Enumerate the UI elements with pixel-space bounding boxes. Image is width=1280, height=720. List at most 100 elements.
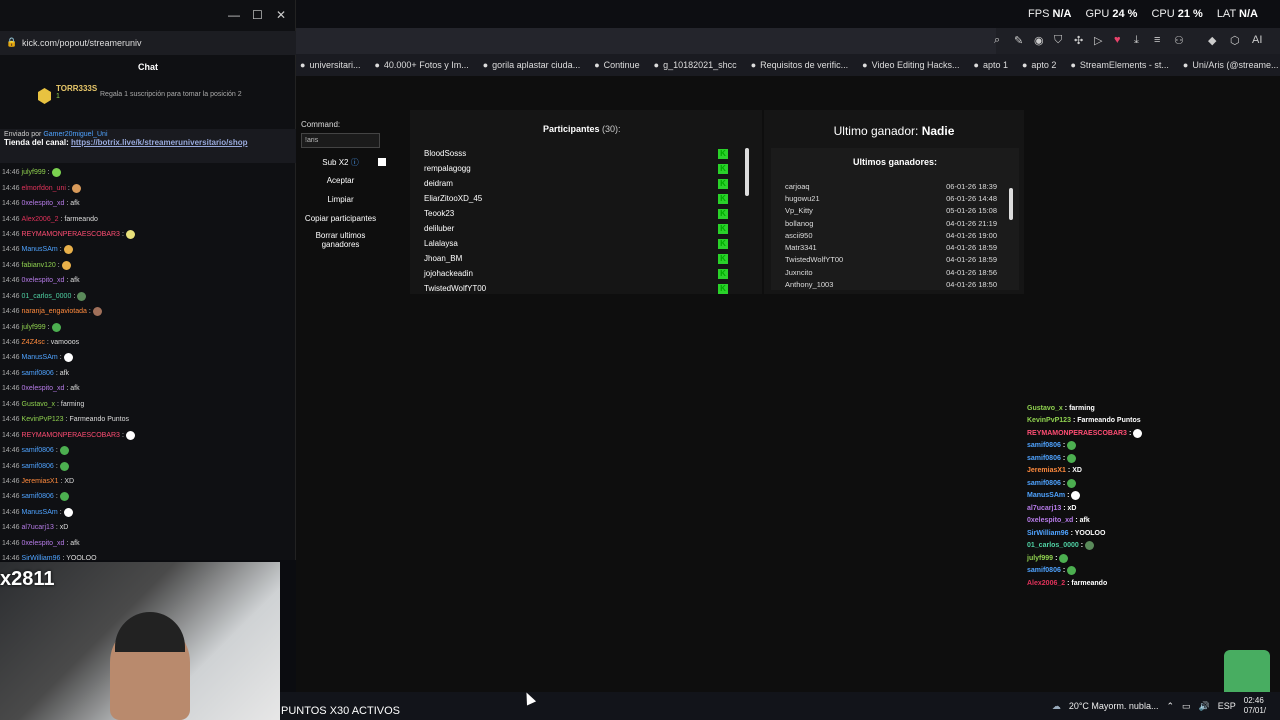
message-username[interactable]: julyf999 (22, 169, 46, 176)
language-indicator[interactable]: ESP (1218, 701, 1236, 711)
message-username[interactable]: REYMAMONPERAESCOBAR3 (22, 231, 120, 238)
message-username[interactable]: REYMAMONPERAESCOBAR3 (22, 432, 120, 439)
search-icon[interactable]: ⌕ (994, 34, 1000, 47)
message-username[interactable]: Alex2006_2 (22, 216, 59, 223)
message-username[interactable]: naranja_engaviotada (22, 308, 87, 315)
last-winner-name: Nadie (921, 124, 955, 138)
message-username[interactable]: ManusSAm (22, 354, 58, 361)
edit-icon[interactable]: ✎ (1014, 34, 1023, 47)
bookmark-item[interactable]: ● apto 1 (974, 60, 1008, 70)
extension-icon[interactable]: ✣ (1074, 34, 1083, 47)
address-bar[interactable] (296, 28, 996, 54)
message-username[interactable]: samif0806 (22, 447, 54, 454)
network-icon[interactable]: ▭ (1182, 701, 1191, 712)
bookmark-item[interactable]: ● g_10182021_shcc (654, 60, 737, 70)
message-username[interactable]: samif0806 (22, 463, 54, 470)
box-icon[interactable]: ⬡ (1230, 34, 1240, 47)
weather-icon: ☁ (1051, 700, 1061, 711)
message-username[interactable]: samif0806 (22, 370, 54, 377)
bookmark-item[interactable]: ● Continue (594, 60, 639, 70)
close-icon[interactable]: ✕ (276, 8, 286, 22)
bookmark-label: apto 1 (982, 60, 1008, 70)
popout-url-bar[interactable]: 🔒 kick.com/popout/streameruniv (0, 31, 296, 55)
participant-name: BloodSosss (424, 149, 467, 158)
fps-stat: FPS N/A (1028, 8, 1072, 20)
message-username[interactable]: al7ucarj13 (22, 524, 54, 531)
message-time: 14:46 (2, 200, 20, 208)
message-username[interactable]: 0xelespito_xd (22, 540, 65, 547)
kick-icon: K (718, 178, 728, 189)
message-username[interactable]: samif0806 (22, 493, 54, 500)
bookmark-icon: ● (750, 60, 757, 70)
message-username[interactable]: Gustavo_x (22, 401, 55, 408)
camera-icon[interactable]: ◉ (1034, 34, 1044, 47)
overlay-username: julyf999 (1027, 554, 1054, 562)
shield-icon[interactable]: ⛉ (1054, 34, 1062, 47)
command-input[interactable] (301, 133, 380, 148)
message-username[interactable]: 0xelespito_xd (22, 200, 65, 207)
weather-text[interactable]: 20°C Mayorm. nubla... (1069, 701, 1159, 711)
overlay-chat-message: Gustavo_x: farming (1027, 402, 1277, 415)
clear-button[interactable]: Limpiar (301, 195, 380, 204)
bookmark-item[interactable]: ● Uni/Aris (@streame... (1183, 60, 1279, 70)
copy-participants-button[interactable]: Copiar participantes (301, 214, 380, 223)
overlay-username: samif0806 (1027, 454, 1061, 462)
volume-icon[interactable]: 🔊 (1199, 701, 1210, 712)
overlay-chat-message: JeremiasX1: XD (1027, 465, 1277, 478)
winner-row: Vp_Kitty 05-01-26 15:08 (785, 205, 997, 217)
profile-icon[interactable]: ⚇ (1174, 34, 1184, 47)
message-username[interactable]: Z4Z4sc (22, 339, 45, 346)
minimize-icon[interactable]: — (228, 8, 240, 22)
subx2-checkbox[interactable] (378, 158, 386, 166)
download-icon[interactable]: ⤓ (1134, 34, 1139, 47)
winner-name: carjoaq (785, 181, 810, 191)
subx2-option[interactable]: Sub X2 ⓘ (301, 157, 380, 168)
chevron-up-icon[interactable]: ⌃ (1166, 701, 1174, 712)
message-time: 14:46 (2, 462, 20, 470)
delete-winners-button[interactable]: Borrar ultimos ganadores (301, 231, 380, 249)
clock[interactable]: 02:46 07/01/ (1244, 696, 1266, 716)
bookmark-item[interactable]: ● gorila aplastar ciuda... (483, 60, 581, 70)
bookmark-icon: ● (1021, 60, 1028, 70)
participant-name: jojohackeadin (424, 269, 473, 278)
play-icon[interactable]: ▷ (1094, 34, 1102, 47)
bookmark-item[interactable]: ● apto 2 (1022, 60, 1056, 70)
bookmark-item[interactable]: ● universitari... (300, 60, 360, 70)
cpu-stat: CPU 21 % (1151, 8, 1203, 20)
bookmark-item[interactable]: ● Requisitos de verific... (751, 60, 848, 70)
emote-icon (1085, 541, 1095, 551)
bookmark-icon: ● (973, 60, 979, 70)
ai-icon[interactable]: AI (1252, 34, 1262, 46)
maximize-icon[interactable]: ☐ (252, 8, 263, 22)
menu-icon[interactable]: ≡ (1154, 34, 1160, 46)
bookmark-item[interactable]: ● Video Editing Hacks... (862, 60, 959, 70)
message-username[interactable]: 0xelespito_xd (22, 385, 65, 392)
message-username[interactable]: ManusSAm (22, 246, 58, 253)
participants-scrollbar[interactable] (744, 146, 750, 290)
accept-button[interactable]: Aceptar (301, 176, 380, 185)
bookmark-item[interactable]: ● 40.000+ Fotos y Im... (374, 60, 468, 70)
shop-link[interactable]: https://botrix.live/k/streameruniversita… (71, 138, 248, 147)
emote-icon (125, 430, 135, 440)
chat-message: 14:46 REYMAMONPERAESCOBAR3: (0, 427, 296, 442)
message-text: : vamooos (46, 339, 80, 347)
winners-scrollbar[interactable] (1008, 180, 1014, 288)
winners-list: carjoaq 06-01-26 18:39 hugowu21 06-01-26 14… (785, 180, 997, 291)
message-username[interactable]: elmorfdon_uni (22, 185, 66, 192)
bookmark-label: apto 2 (1031, 60, 1057, 70)
pinned-user[interactable]: Gamer20miguel_Uni (43, 131, 107, 138)
message-username[interactable]: fabianv120 (22, 262, 56, 269)
heart-icon[interactable]: ♥ (1114, 34, 1121, 46)
message-username[interactable]: JeremiasX1 (22, 478, 59, 485)
message-username[interactable]: julyf999 (22, 324, 46, 331)
message-username[interactable]: 0xelespito_xd (22, 277, 65, 284)
bookmark-item[interactable]: ● StreamElements - st... (1070, 60, 1168, 70)
message-time: 14:46 (2, 292, 20, 300)
diamond-icon[interactable]: ◆ (1208, 34, 1216, 47)
message-username[interactable]: 01_carlos_0000 (22, 293, 72, 300)
winner-date: 04-01-26 18:59 (946, 243, 997, 253)
message-username[interactable]: KevinPvP123 (22, 416, 64, 423)
winner-name: Vp_Kitty (785, 206, 813, 216)
message-username[interactable]: ManusSAm (22, 509, 58, 516)
kick-icon: K (718, 208, 728, 219)
